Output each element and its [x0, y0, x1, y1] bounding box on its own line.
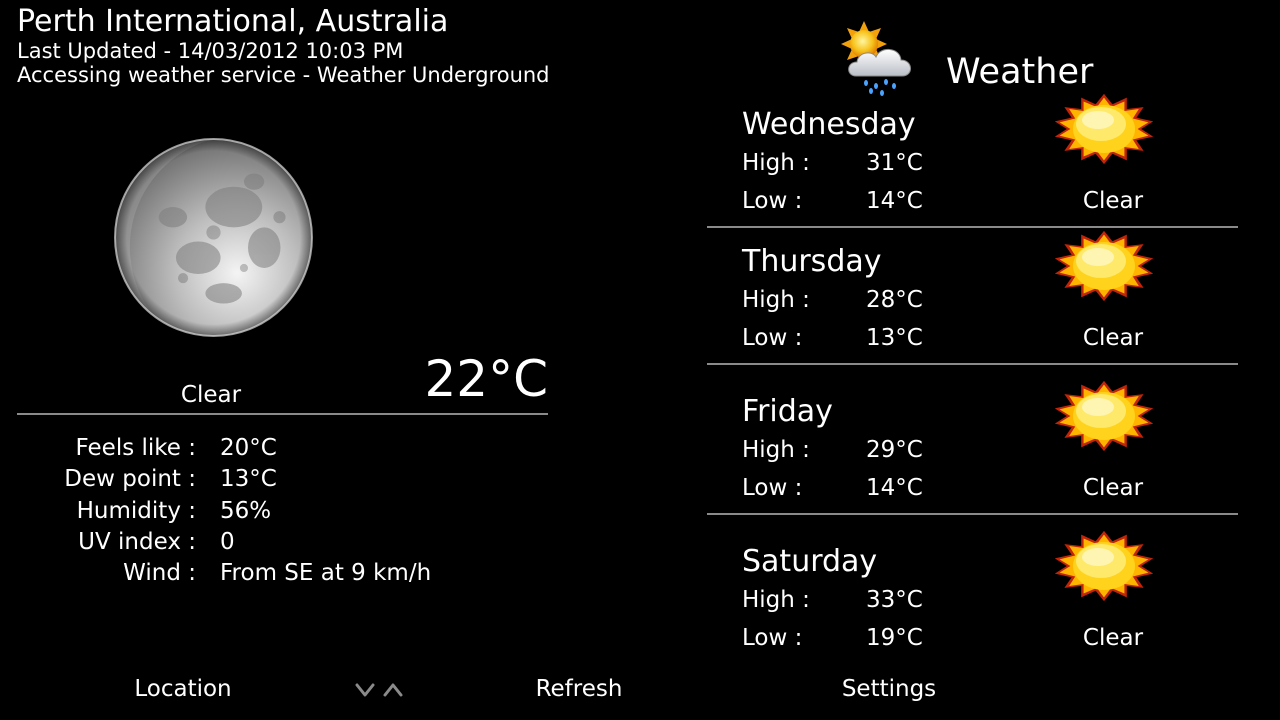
- day-condition: Clear: [1082, 188, 1144, 214]
- detail-row-uv-index: UV index : 0: [0, 527, 520, 558]
- current-temperature: 22°C: [424, 350, 548, 408]
- day-condition: Clear: [1082, 325, 1144, 351]
- sun-icon: [1054, 93, 1154, 165]
- forecast-day-saturday: Saturday High : 33°C Low : 19°C Clear: [707, 530, 1238, 693]
- high-value: 31°C: [866, 150, 923, 176]
- forecast-day-friday: Friday High : 29°C Low : 14°C Clear: [707, 380, 1238, 543]
- low-label: Low :: [742, 625, 803, 651]
- high-value: 33°C: [866, 587, 923, 613]
- detail-value: 13°C: [220, 466, 277, 492]
- chevron-down-up-icon[interactable]: [354, 680, 406, 700]
- day-name: Saturday: [742, 544, 878, 579]
- detail-row-wind: Wind : From SE at 9 km/h: [0, 558, 520, 589]
- service-status-text: Accessing weather service - Weather Unde…: [17, 63, 550, 87]
- day-name: Thursday: [742, 244, 882, 279]
- sun-icon: [1054, 230, 1154, 302]
- detail-row-feels-like: Feels like : 20°C: [0, 433, 520, 464]
- low-label: Low :: [742, 325, 803, 351]
- detail-value: 0: [220, 529, 235, 555]
- location-button[interactable]: Location: [123, 674, 243, 704]
- low-value: 13°C: [866, 325, 923, 351]
- weather-app-screen: Perth International, Australia Last Upda…: [0, 0, 1280, 720]
- moon-icon: [114, 138, 313, 337]
- day-name: Friday: [742, 394, 833, 429]
- low-label: Low :: [742, 475, 803, 501]
- divider: [707, 226, 1238, 228]
- detail-label: Humidity :: [76, 498, 196, 524]
- high-label: High :: [742, 437, 810, 463]
- low-value: 14°C: [866, 188, 923, 214]
- last-updated-text: Last Updated - 14/03/2012 10:03 PM: [17, 39, 404, 63]
- detail-label: Feels like :: [75, 435, 196, 461]
- day-condition: Clear: [1082, 475, 1144, 501]
- detail-label: Wind :: [123, 560, 196, 586]
- low-label: Low :: [742, 188, 803, 214]
- low-value: 14°C: [866, 475, 923, 501]
- detail-value: 20°C: [220, 435, 277, 461]
- settings-button[interactable]: Settings: [829, 674, 949, 704]
- current-condition: Clear: [180, 382, 242, 408]
- forecast-day-wednesday: Wednesday High : 31°C Low : 14°C Clear: [707, 93, 1238, 256]
- app-title: Weather: [946, 52, 1094, 92]
- divider: [17, 413, 548, 415]
- detail-value: From SE at 9 km/h: [220, 560, 432, 586]
- sun-icon: [1054, 530, 1154, 602]
- divider: [707, 513, 1238, 515]
- location-title: Perth International, Australia: [17, 4, 449, 39]
- sun-icon: [1054, 380, 1154, 452]
- high-label: High :: [742, 287, 810, 313]
- forecast-day-thursday: Thursday High : 28°C Low : 13°C Clear: [707, 230, 1238, 393]
- high-value: 28°C: [866, 287, 923, 313]
- sun-cloud-rain-icon: [841, 21, 911, 96]
- divider: [707, 363, 1238, 365]
- detail-row-humidity: Humidity : 56%: [0, 496, 520, 527]
- detail-label: Dew point :: [64, 466, 196, 492]
- detail-value: 56%: [220, 498, 272, 524]
- day-condition: Clear: [1082, 625, 1144, 651]
- day-name: Wednesday: [742, 107, 916, 142]
- refresh-button[interactable]: Refresh: [519, 674, 639, 704]
- low-value: 19°C: [866, 625, 923, 651]
- detail-label: UV index :: [78, 529, 196, 555]
- high-label: High :: [742, 587, 810, 613]
- detail-row-dew-point: Dew point : 13°C: [0, 464, 520, 495]
- high-value: 29°C: [866, 437, 923, 463]
- high-label: High :: [742, 150, 810, 176]
